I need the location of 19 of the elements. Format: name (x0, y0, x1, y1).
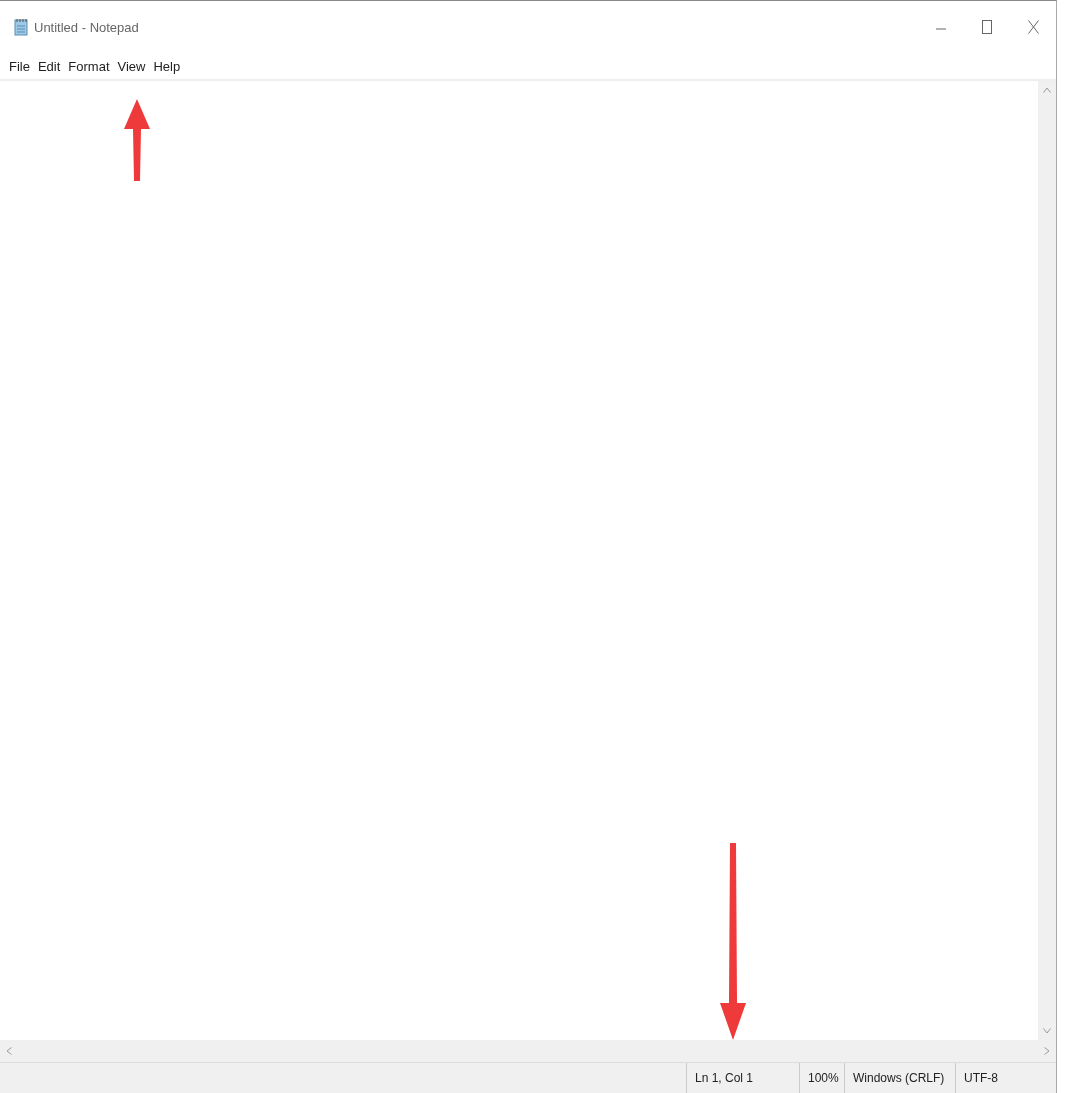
menu-item[interactable]: Help (150, 58, 184, 74)
status-text: Ln 1, Col 1 (695, 1071, 754, 1085)
scroll-up-icon[interactable] (1043, 87, 1051, 93)
scroll-down-icon[interactable] (1043, 1028, 1051, 1034)
menu-item[interactable]: Edit (34, 58, 64, 74)
close-icon (1027, 20, 1039, 34)
menu-item[interactable]: File (6, 58, 33, 74)
status-text: Windows (CRLF) (853, 1071, 945, 1085)
window-title: Untitled - Notepad (34, 19, 139, 35)
notepad-icon (14, 18, 28, 36)
status-text: 100% (808, 1071, 839, 1085)
menu-item[interactable]: View (114, 58, 149, 74)
maximize-icon (982, 20, 992, 34)
status-text: UTF-8 (964, 1071, 998, 1085)
scroll-right-icon[interactable] (1044, 1047, 1050, 1055)
scroll-left-icon[interactable] (6, 1047, 12, 1055)
menu-item[interactable]: Format (65, 58, 113, 74)
horizontal-scrollbar[interactable] (0, 1040, 1056, 1062)
vertical-scrollbar[interactable] (1038, 81, 1056, 1040)
